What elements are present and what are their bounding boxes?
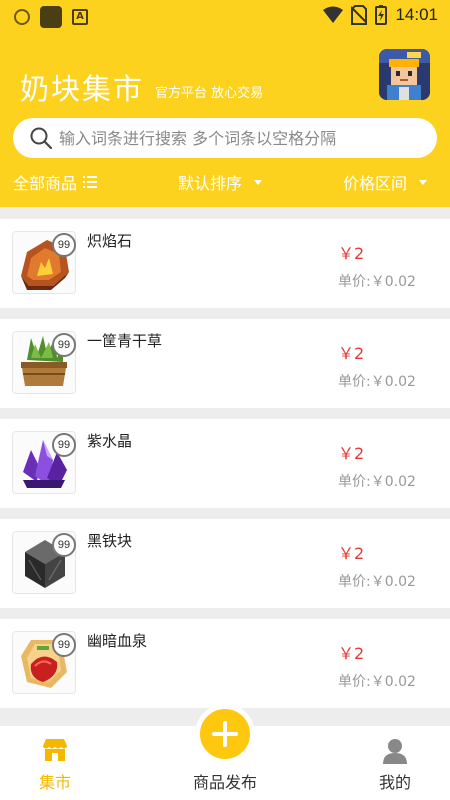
list-item[interactable]: 99 黑铁块 ￥2 单价:￥0.02 bbox=[0, 519, 450, 608]
item-unit-price: 单价:￥0.02 bbox=[338, 374, 416, 390]
search-icon bbox=[30, 127, 53, 150]
item-unit-price: 单价:￥0.02 bbox=[338, 474, 416, 490]
wifi-icon bbox=[323, 6, 344, 23]
list-item[interactable]: 99 幽暗血泉 ￥2 单价:￥0.02 bbox=[0, 619, 450, 708]
status-left-icons: A bbox=[14, 6, 88, 28]
item-unit-price: 单价:￥0.02 bbox=[338, 674, 416, 690]
item-unit-price: 单价:￥0.02 bbox=[338, 574, 416, 590]
quantity-badge: 99 bbox=[52, 333, 76, 357]
all-products-filter[interactable]: 全部商品 bbox=[13, 170, 98, 194]
a-badge-icon: A bbox=[72, 9, 88, 25]
search-input[interactable] bbox=[59, 118, 429, 158]
mine-icon-wrap bbox=[382, 738, 408, 768]
price-range-label: 价格区间 bbox=[343, 174, 408, 193]
avatar[interactable] bbox=[379, 49, 430, 100]
no-sim-icon bbox=[351, 5, 368, 25]
nav-market[interactable]: 集市 bbox=[0, 726, 110, 800]
status-bar: A 14:01 bbox=[0, 0, 450, 32]
filter-bar: 全部商品 默认排序 价格区间 bbox=[0, 170, 450, 198]
publish-fab-button[interactable] bbox=[195, 704, 255, 764]
price-range-filter[interactable]: 价格区间 bbox=[343, 170, 428, 194]
item-price: ￥2 bbox=[338, 244, 365, 263]
plus-icon-v bbox=[223, 721, 227, 747]
app-title: 奶块集市 bbox=[20, 72, 145, 106]
nav-publish-label: 商品发布 bbox=[192, 773, 257, 792]
item-price: ￥2 bbox=[338, 344, 365, 363]
battery-charging-icon bbox=[375, 5, 388, 25]
market-stall-icon bbox=[42, 739, 68, 761]
sort-filter[interactable]: 默认排序 bbox=[178, 170, 263, 194]
quantity-badge: 99 bbox=[52, 233, 76, 257]
search-bar[interactable] bbox=[13, 118, 437, 158]
game-character-avatar-icon bbox=[379, 49, 430, 100]
list-item[interactable]: 99 炽焰石 ￥2 单价:￥0.02 bbox=[0, 219, 450, 308]
item-name: 紫水晶 bbox=[87, 432, 133, 450]
quantity-badge: 99 bbox=[52, 533, 76, 557]
nav-mine-label: 我的 bbox=[378, 773, 411, 792]
item-name: 幽暗血泉 bbox=[87, 632, 148, 650]
item-price: ￥2 bbox=[338, 544, 365, 563]
header: 奶块集市 官方平台 放心交易 全部商品 bbox=[0, 32, 450, 207]
quantity-badge: 99 bbox=[52, 633, 76, 657]
nav-mine[interactable]: 我的 bbox=[340, 726, 450, 800]
dropdown-arrow-icon bbox=[254, 179, 263, 185]
app-icon bbox=[40, 6, 62, 28]
nav-market-label: 集市 bbox=[38, 773, 71, 792]
list-item[interactable]: 99 紫水晶 ￥2 单价:￥0.02 bbox=[0, 419, 450, 508]
status-right-icons: 14:01 bbox=[323, 5, 438, 25]
status-time: 14:01 bbox=[395, 5, 438, 24]
list-menu-icon bbox=[83, 176, 98, 188]
all-products-label: 全部商品 bbox=[13, 174, 78, 193]
item-price: ￥2 bbox=[338, 444, 365, 463]
item-name: 炽焰石 bbox=[87, 232, 133, 250]
quantity-badge: 99 bbox=[52, 433, 76, 457]
app-subtitle: 官方平台 放心交易 bbox=[155, 86, 264, 101]
person-icon bbox=[383, 739, 407, 764]
item-name: 一筐青干草 bbox=[87, 332, 163, 350]
dropdown-arrow-icon bbox=[419, 179, 428, 185]
item-price: ￥2 bbox=[338, 644, 365, 663]
list-item[interactable]: 99 一筐青干草 ￥2 单价:￥0.02 bbox=[0, 319, 450, 408]
shield-icon bbox=[14, 9, 30, 25]
market-icon-wrap bbox=[42, 738, 68, 766]
sort-label: 默认排序 bbox=[178, 174, 243, 193]
item-unit-price: 单价:￥0.02 bbox=[338, 274, 416, 290]
item-name: 黑铁块 bbox=[87, 532, 133, 550]
